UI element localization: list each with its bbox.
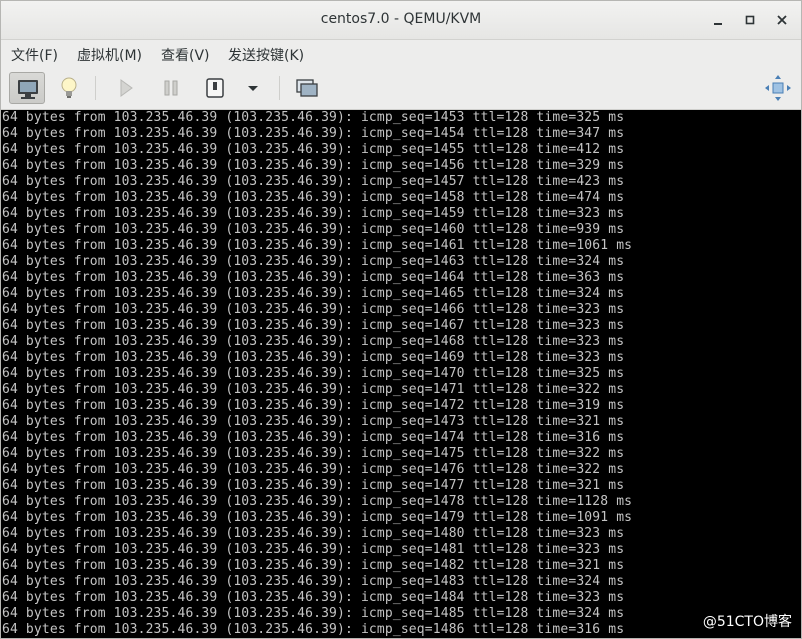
pause-icon — [164, 80, 178, 96]
console-line: 64 bytes from 103.235.46.39 (103.235.46.… — [2, 350, 625, 365]
toolbar-separator — [95, 76, 96, 100]
run-button[interactable] — [107, 72, 143, 104]
menu-send-key[interactable]: 发送按键(K) — [228, 45, 304, 65]
console-line: 64 bytes from 103.235.46.39 (103.235.46.… — [2, 382, 625, 397]
details-view-button[interactable] — [51, 72, 87, 104]
title-bar[interactable]: centos7.0 - QEMU/KVM — [1, 1, 801, 40]
console-line: 64 bytes from 103.235.46.39 (103.235.46.… — [2, 478, 625, 493]
menu-virtual-machine[interactable]: 虚拟机(M) — [77, 45, 142, 65]
console-line: 64 bytes from 103.235.46.39 (103.235.46.… — [2, 190, 625, 205]
console-line: 64 bytes from 103.235.46.39 (103.235.46.… — [2, 142, 625, 157]
close-button[interactable] — [771, 9, 793, 31]
console-line: 64 bytes from 103.235.46.39 (103.235.46.… — [2, 542, 625, 557]
menu-bar: 文件(F) 虚拟机(M) 查看(V) 发送按键(K) — [1, 40, 801, 67]
menu-file[interactable]: 文件(F) — [11, 45, 58, 65]
toolbar-separator — [279, 76, 280, 100]
console-line: 64 bytes from 103.235.46.39 (103.235.46.… — [2, 510, 633, 525]
console-line: 64 bytes from 103.235.46.39 (103.235.46.… — [2, 622, 625, 637]
maximize-button[interactable] — [739, 9, 761, 31]
console-view-button[interactable] — [9, 72, 45, 104]
close-icon — [777, 15, 787, 25]
snapshot-button[interactable] — [289, 72, 325, 104]
console-line: 64 bytes from 103.235.46.39 (103.235.46.… — [2, 174, 625, 189]
pause-button[interactable] — [153, 72, 189, 104]
monitor-icon — [18, 80, 38, 99]
menu-view[interactable]: 查看(V) — [161, 45, 210, 65]
console-line: 64 bytes from 103.235.46.39 (103.235.46.… — [2, 110, 625, 125]
console-line: 64 bytes from 103.235.46.39 (103.235.46.… — [2, 414, 625, 429]
console-line: 64 bytes from 103.235.46.39 (103.235.46.… — [2, 302, 625, 317]
console-line: 64 bytes from 103.235.46.39 (103.235.46.… — [2, 270, 625, 285]
console-line: 64 bytes from 103.235.46.39 (103.235.46.… — [2, 398, 625, 413]
shutdown-menu-button[interactable] — [235, 72, 271, 104]
console-line: 64 bytes from 103.235.46.39 (103.235.46.… — [2, 254, 625, 269]
minimize-button[interactable] — [707, 9, 729, 31]
screenshot-icon — [296, 79, 318, 97]
console-line: 64 bytes from 103.235.46.39 (103.235.46.… — [2, 286, 625, 301]
console-line: 64 bytes from 103.235.46.39 (103.235.46.… — [2, 334, 625, 349]
play-icon — [120, 79, 133, 97]
maximize-icon — [745, 15, 755, 25]
toolbar — [1, 67, 801, 110]
console-line: 64 bytes from 103.235.46.39 (103.235.46.… — [2, 558, 625, 573]
console-line: 64 bytes from 103.235.46.39 (103.235.46.… — [2, 158, 625, 173]
console-line: 64 bytes from 103.235.46.39 (103.235.46.… — [2, 574, 625, 589]
fullscreen-icon — [765, 75, 791, 101]
console-line: 64 bytes from 103.235.46.39 (103.235.46.… — [2, 126, 625, 141]
console-line: 64 bytes from 103.235.46.39 (103.235.46.… — [2, 590, 625, 605]
console-line: 64 bytes from 103.235.46.39 (103.235.46.… — [2, 238, 633, 253]
console-line: 64 bytes from 103.235.46.39 (103.235.46.… — [2, 318, 625, 333]
console-line: 64 bytes from 103.235.46.39 (103.235.46.… — [2, 606, 625, 621]
console-line: 64 bytes from 103.235.46.39 (103.235.46.… — [2, 430, 625, 445]
vm-console[interactable]: 64 bytes from 103.235.46.39 (103.235.46.… — [1, 110, 801, 638]
vm-window: centos7.0 - QEMU/KVM 文件(F) 虚拟机(M) 查看(V) … — [0, 0, 802, 639]
power-icon — [206, 78, 224, 98]
window-title: centos7.0 - QEMU/KVM — [320, 11, 482, 27]
console-line: 64 bytes from 103.235.46.39 (103.235.46.… — [2, 462, 625, 477]
watermark: @51CTO博客 — [699, 610, 795, 632]
console-line: 64 bytes from 103.235.46.39 (103.235.46.… — [2, 446, 625, 461]
console-line: 64 bytes from 103.235.46.39 (103.235.46.… — [2, 206, 625, 221]
console-line: 64 bytes from 103.235.46.39 (103.235.46.… — [2, 366, 625, 381]
console-line: 64 bytes from 103.235.46.39 (103.235.46.… — [2, 222, 625, 237]
lightbulb-icon — [61, 77, 77, 98]
shutdown-button[interactable] — [197, 72, 233, 104]
fullscreen-button[interactable] — [760, 72, 796, 104]
console-line: 64 bytes from 103.235.46.39 (103.235.46.… — [2, 526, 625, 541]
minimize-icon — [714, 23, 722, 25]
console-line: 64 bytes from 103.235.46.39 (103.235.46.… — [2, 494, 633, 509]
dropdown-arrow-icon — [248, 86, 258, 91]
